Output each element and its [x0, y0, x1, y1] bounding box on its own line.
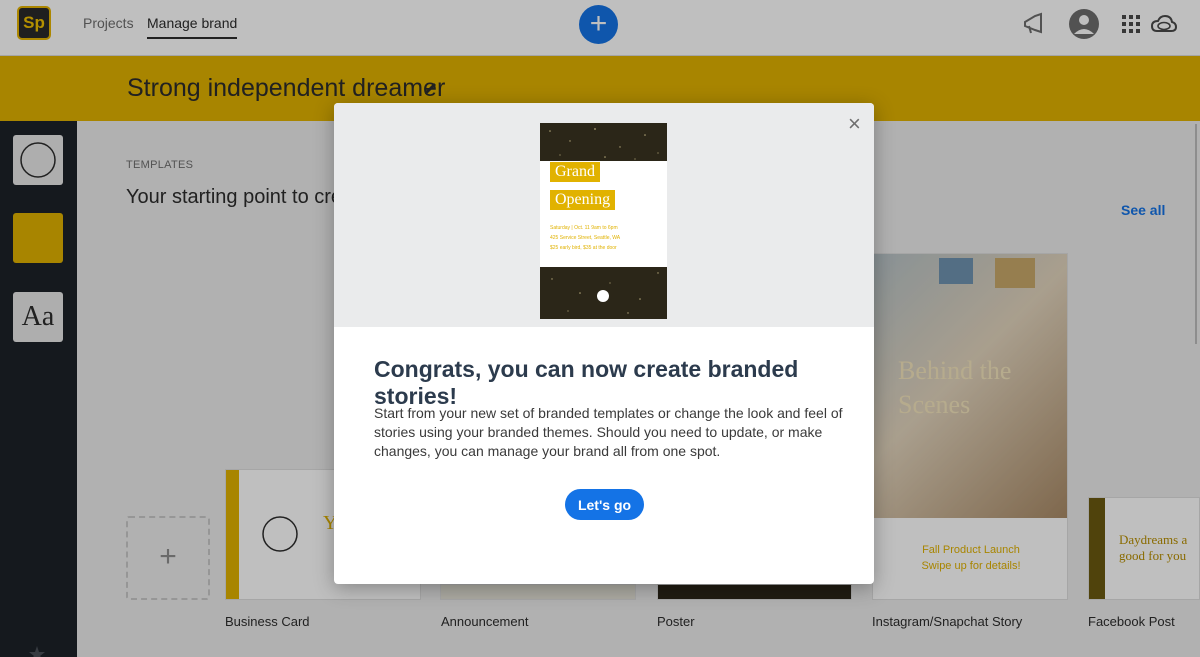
poster-preview-title-2: Opening — [550, 190, 616, 210]
brand-logo-icon — [597, 290, 609, 302]
modal-title: Congrats, you can now create branded sto… — [374, 356, 799, 409]
close-icon[interactable]: × — [848, 111, 861, 137]
poster-preview: Grand Opening Saturday | Oct. 11 9am to … — [540, 123, 667, 319]
poster-preview-line: 425 Service Street, Seattle, WA — [550, 235, 621, 241]
poster-preview-line: Saturday | Oct. 11 9am to 6pm — [550, 225, 618, 231]
poster-preview-line: $25 early bird, $35 at the door — [550, 245, 617, 251]
lets-go-button[interactable]: Let's go — [565, 489, 644, 520]
branded-stories-dialog: × Grand Opening Saturday | Oct. 11 9am t… — [334, 103, 874, 584]
poster-preview-title-1: Grand — [550, 162, 600, 182]
modal-body-text: Start from your new set of branded templ… — [374, 405, 843, 459]
